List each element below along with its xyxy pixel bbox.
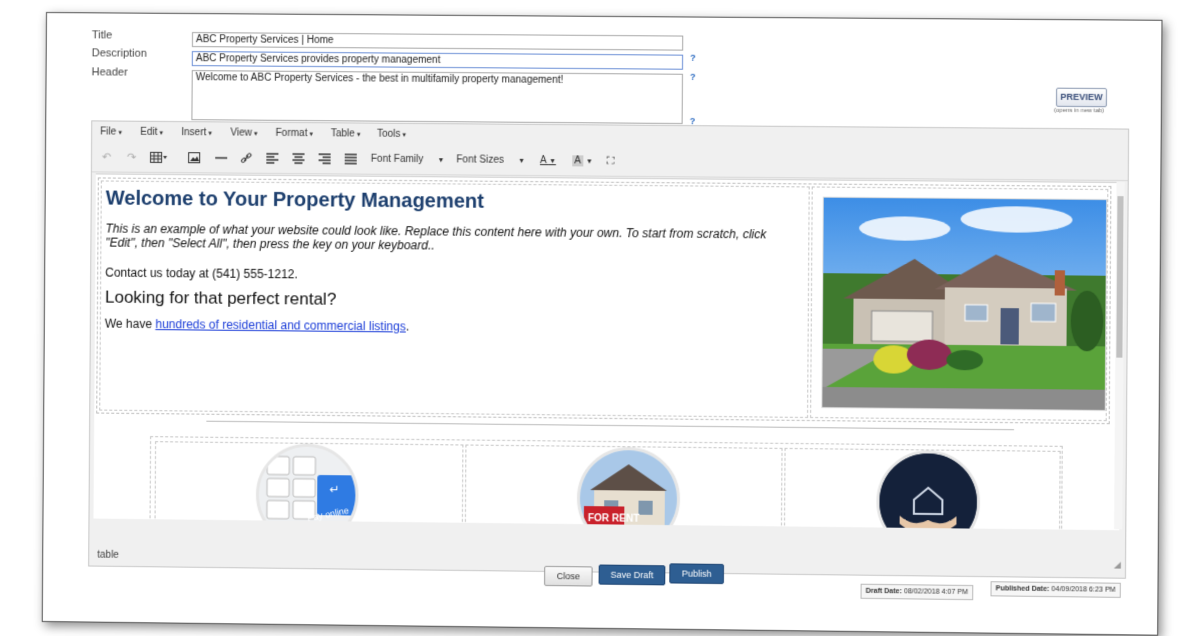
feature-row: ↵ Pay online FOR (149, 436, 1062, 530)
content-image-cell[interactable] (810, 186, 1108, 421)
menu-view[interactable]: View▾ (230, 127, 257, 138)
header-field[interactable]: Welcome to ABC Property Services - the b… (191, 70, 683, 124)
hands-house-image (876, 450, 980, 530)
rich-text-editor: File▾ Edit▾ Insert▾ View▾ Format▾ Table▾… (88, 120, 1129, 578)
draft-date: Draft Date: 08/02/2018 4:07 PM (861, 584, 974, 600)
publish-button[interactable]: Publish (669, 563, 724, 584)
content-text-cell[interactable]: Welcome to Your Property Management This… (99, 180, 809, 418)
title-label: Title (92, 29, 112, 41)
for-rent-image: FOR RENT (577, 447, 681, 531)
contact-text: Contact us today at (541) 555-1212. (105, 266, 298, 282)
redo-icon[interactable]: ↷ (127, 152, 136, 164)
resize-handle-icon[interactable]: ◢ (1114, 559, 1121, 570)
feature-cell-home[interactable] (784, 448, 1061, 530)
chevron-down-icon: ▾ (118, 130, 122, 137)
editor-scrollbar[interactable] (1114, 182, 1125, 529)
menu-table[interactable]: Table▾ (331, 128, 361, 139)
align-center-icon[interactable] (292, 153, 304, 167)
font-sizes-select[interactable]: Font Sizes▼ (456, 154, 525, 168)
image-icon[interactable] (188, 152, 200, 166)
background-color-icon[interactable]: A ▼ (572, 155, 593, 168)
preview-button[interactable]: PREVIEW (1056, 88, 1107, 108)
menu-file[interactable]: File▾ (100, 126, 122, 137)
preview-note: (opens in new tab) (1054, 108, 1104, 114)
intro-text: This is an example of what your website … (105, 222, 800, 256)
align-left-icon[interactable] (266, 153, 278, 167)
save-draft-button[interactable]: Save Draft (599, 565, 666, 586)
chevron-down-icon: ▾ (159, 130, 163, 137)
for-rent-sign-text: FOR RENT (588, 513, 640, 525)
horizontal-line-icon[interactable] (215, 152, 227, 166)
title-field[interactable]: ABC Property Services | Home (192, 32, 683, 51)
align-right-icon[interactable] (319, 153, 331, 167)
menu-tools[interactable]: Tools▾ (377, 129, 406, 140)
font-family-select[interactable]: Font Family▼ (371, 154, 445, 168)
chevron-down-icon: ▼ (437, 157, 444, 164)
element-path: table (97, 550, 119, 561)
pay-online-image: ↵ Pay online (256, 443, 359, 530)
menu-insert[interactable]: Insert▾ (181, 127, 212, 138)
chevron-down-icon: ▾ (309, 131, 313, 138)
published-date: Published Date: 04/09/2018 6:23 PM (990, 581, 1120, 598)
feature-cell-pay[interactable]: ↵ Pay online (154, 441, 463, 530)
fullscreen-icon[interactable]: ⛶ (607, 156, 615, 168)
page-heading: Welcome to Your Property Management (106, 188, 484, 214)
menu-format[interactable]: Format▾ (276, 128, 313, 139)
chevron-down-icon: ▾ (357, 131, 361, 138)
menu-edit[interactable]: Edit▾ (140, 127, 163, 138)
link-icon[interactable] (240, 153, 252, 167)
svg-text:↵: ↵ (329, 482, 339, 496)
header-label: Header (92, 66, 128, 78)
feature-cell-rent[interactable]: FOR RENT (465, 445, 783, 531)
divider (206, 421, 1014, 431)
text-color-icon[interactable]: A ▼ (540, 155, 556, 168)
scroll-thumb[interactable] (1116, 196, 1123, 358)
description-label: Description (92, 47, 147, 59)
header-help-icon[interactable]: ? (690, 72, 696, 82)
listing-line: We have hundreds of residential and comm… (105, 317, 409, 334)
chevron-down-icon: ▼ (518, 158, 525, 165)
table-icon[interactable] (150, 152, 168, 166)
house-photo (821, 197, 1107, 411)
undo-icon[interactable]: ↶ (102, 151, 111, 163)
chevron-down-icon: ▾ (403, 132, 407, 139)
description-help-icon[interactable]: ? (690, 53, 696, 63)
editor-content[interactable]: Welcome to Your Property Management This… (93, 173, 1121, 530)
listings-link[interactable]: hundreds of residential and commercial l… (155, 317, 406, 333)
align-justify-icon[interactable] (345, 153, 357, 167)
close-button[interactable]: Close (544, 566, 593, 587)
page-sheet: Title ABC Property Services | Home Descr… (42, 12, 1163, 636)
subheading: Looking for that perfect rental? (105, 288, 336, 310)
chevron-down-icon: ▾ (254, 131, 258, 138)
chevron-down-icon: ▾ (208, 130, 212, 137)
description-field[interactable]: ABC Property Services provides property … (192, 51, 683, 70)
content-table: Welcome to Your Property Management This… (96, 177, 1111, 424)
